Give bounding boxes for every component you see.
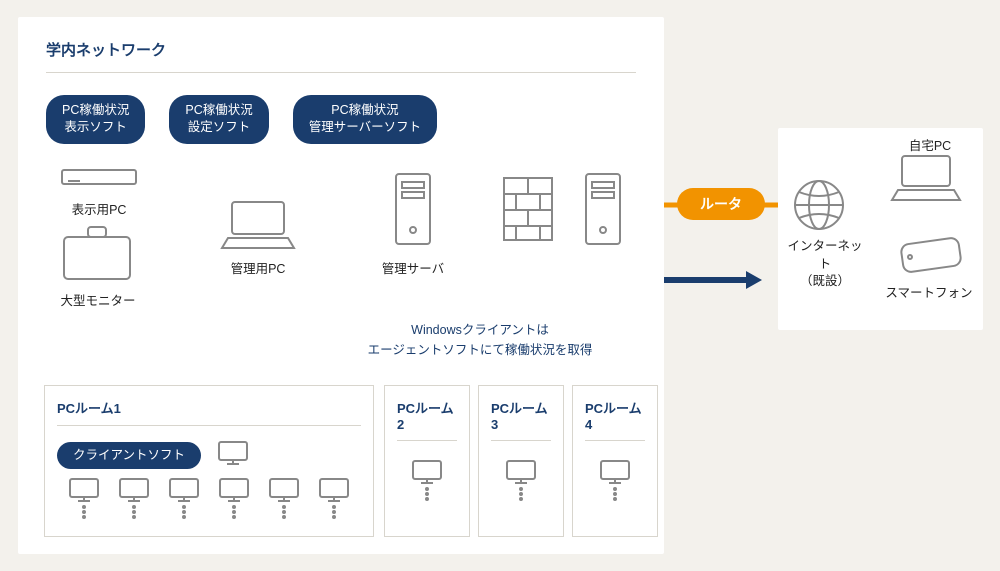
client-monitor-icon: [597, 459, 633, 501]
firewall-icon: [500, 170, 556, 248]
internet-label-line1: インターネット: [787, 239, 862, 271]
pc-room-2: PCルーム2: [384, 385, 470, 537]
client-monitor-icon: [216, 477, 252, 519]
client-monitor-icon: [166, 477, 202, 519]
pc-room-1-title: PCルーム1: [57, 398, 361, 426]
pc-room-3: PCルーム3: [478, 385, 564, 537]
campus-panel-title: 学内ネットワーク: [46, 39, 636, 73]
pc-room-3-title: PCルーム3: [491, 398, 551, 441]
smartphone-icon: [896, 233, 966, 277]
admin-pc-icon: [218, 198, 298, 252]
internet-label: インターネット （既設）: [782, 238, 868, 291]
large-monitor-label: 大型モニター: [48, 290, 148, 309]
display-pc-label: 表示用PC: [54, 199, 144, 218]
internet-globe-icon: [792, 178, 846, 232]
admin-server-icon: [390, 170, 436, 248]
client-monitor-icon: [503, 459, 539, 501]
agent-note: Windowsクライアントは エージェントソフトにて稼働状況を取得: [350, 320, 610, 360]
pc-room-4-title: PCルーム4: [585, 398, 645, 441]
client-monitor-icon: [66, 477, 102, 519]
client-monitor-icon: [409, 459, 445, 501]
pc-room-4: PCルーム4: [572, 385, 658, 537]
home-pc-label: 自宅PC: [900, 135, 960, 154]
client-soft-pill: クライアントソフト: [57, 442, 201, 469]
router-label: ルータ: [677, 188, 765, 220]
pill-display-soft: PC稼働状況 表示ソフト: [46, 95, 145, 144]
smartphone-label: スマートフォン: [878, 282, 980, 301]
display-pc-icon: [60, 162, 138, 194]
admin-server-label: 管理サーバ: [374, 258, 452, 277]
pc-room-2-title: PCルーム2: [397, 398, 457, 441]
pill-config-soft: PC稼働状況 設定ソフト: [169, 95, 268, 144]
agent-note-line2: エージェントソフトにて稼働状況を取得: [368, 343, 593, 357]
proxy-server-icon: [580, 170, 626, 248]
pill-server-soft: PC稼働状況 管理サーバーソフト: [293, 95, 437, 144]
agent-note-line1: Windowsクライアントは: [411, 323, 549, 337]
client-monitor-icon: [215, 438, 251, 468]
client-monitor-icon: [116, 477, 152, 519]
client-monitor-icon: [316, 477, 352, 519]
admin-pc-label: 管理用PC: [220, 258, 296, 277]
internet-label-line2: （既設）: [800, 274, 850, 288]
pc-room-1: PCルーム1 クライアントソフト: [44, 385, 374, 537]
large-monitor-icon: [58, 225, 136, 285]
software-pill-row: PC稼働状況 表示ソフト PC稼働状況 設定ソフト PC稼働状況 管理サーバーソ…: [46, 95, 636, 144]
client-monitor-icon: [266, 477, 302, 519]
home-pc-icon: [888, 152, 964, 204]
